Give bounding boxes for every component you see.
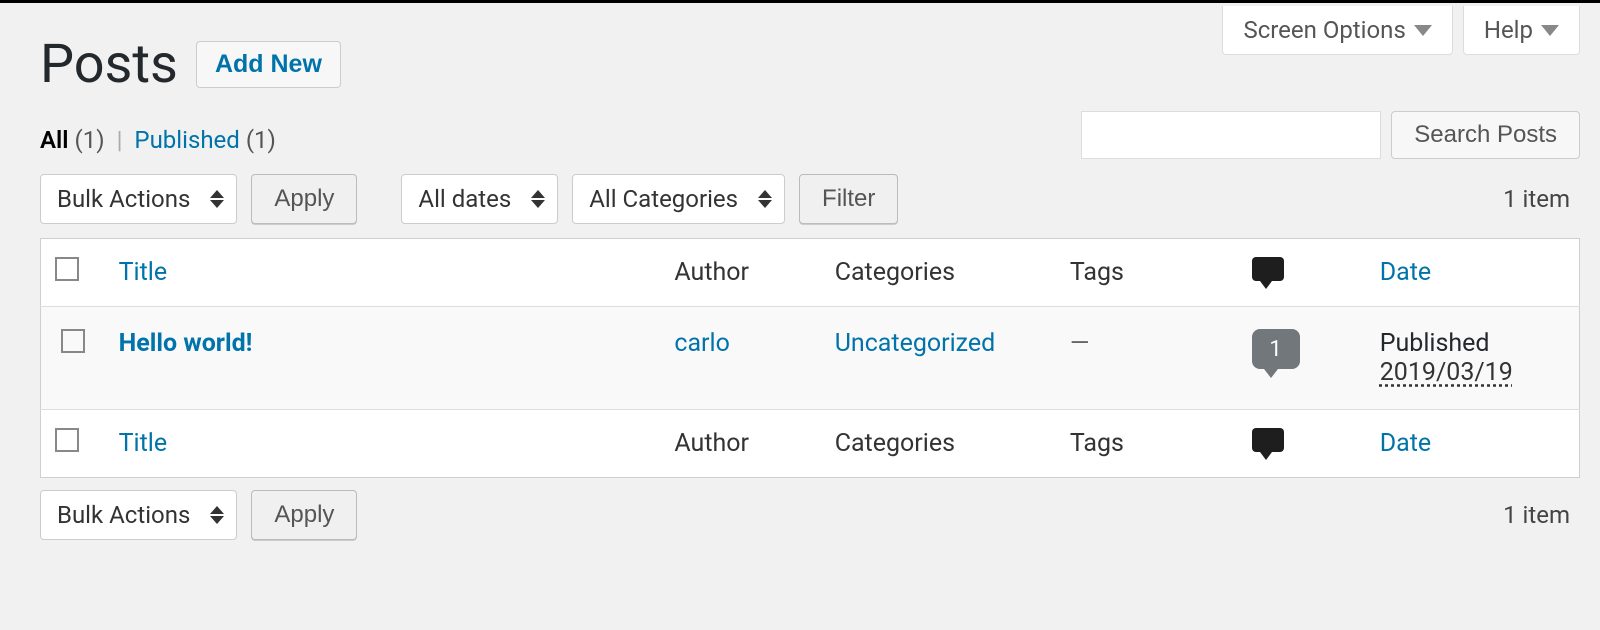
filter-published-count: (1): [246, 126, 276, 154]
apply-button[interactable]: Apply: [251, 174, 357, 224]
col-date-footer[interactable]: Date: [1366, 410, 1580, 478]
col-tags-footer: Tags: [1056, 410, 1238, 478]
item-count-top: 1 item: [1503, 185, 1580, 213]
filter-published[interactable]: Published: [134, 126, 239, 154]
select-all-checkbox-footer[interactable]: [55, 428, 79, 452]
screen-options-tab[interactable]: Screen Options: [1222, 6, 1452, 55]
search-input[interactable]: [1081, 111, 1381, 159]
screen-options-label: Screen Options: [1243, 16, 1405, 44]
caret-down-icon: [1541, 25, 1559, 36]
col-title-footer[interactable]: Title: [105, 410, 661, 478]
row-date: 2019/03/19: [1380, 358, 1565, 387]
col-categories-footer: Categories: [821, 410, 1056, 478]
row-status: Published: [1380, 329, 1565, 358]
col-categories: Categories: [821, 239, 1056, 307]
add-new-button[interactable]: Add New: [196, 41, 341, 88]
col-author-footer: Author: [660, 410, 820, 478]
search-posts-button[interactable]: Search Posts: [1391, 111, 1580, 159]
search-row: Search Posts: [1081, 111, 1580, 159]
row-title-link[interactable]: Hello world!: [119, 329, 253, 358]
col-tags: Tags: [1056, 239, 1238, 307]
select-arrows-icon: [210, 190, 224, 208]
table-row: Hello world! carlo Uncategorized — 1 Pub…: [41, 307, 1580, 410]
col-comments: [1238, 239, 1366, 307]
date-filter-select[interactable]: All dates: [401, 174, 558, 224]
tablenav-bottom: Bulk Actions Apply 1 item: [40, 490, 1580, 540]
help-label: Help: [1484, 16, 1533, 44]
tablenav-top: Bulk Actions Apply All dates All Categor…: [40, 174, 1580, 224]
row-author-link[interactable]: carlo: [674, 329, 730, 358]
screen-meta: Screen Options Help: [1222, 6, 1580, 55]
comment-count-bubble[interactable]: 1: [1252, 329, 1300, 369]
filter-pipe: |: [111, 126, 129, 154]
select-arrows-icon: [758, 190, 772, 208]
filter-button[interactable]: Filter: [799, 174, 898, 224]
row-tags: —: [1070, 329, 1090, 358]
caret-down-icon: [1414, 25, 1432, 36]
item-count-bottom: 1 item: [1503, 501, 1580, 529]
col-author: Author: [660, 239, 820, 307]
row-category-link[interactable]: Uncategorized: [835, 329, 996, 358]
row-checkbox[interactable]: [61, 329, 85, 353]
apply-button-bottom[interactable]: Apply: [251, 490, 357, 540]
comment-icon: [1252, 428, 1284, 452]
bulk-actions-label: Bulk Actions: [57, 185, 190, 213]
bulk-actions-label-bottom: Bulk Actions: [57, 501, 190, 529]
col-title[interactable]: Title: [105, 239, 661, 307]
page-title: Posts: [40, 33, 178, 96]
filter-all[interactable]: All: [40, 126, 69, 154]
help-tab[interactable]: Help: [1463, 6, 1580, 55]
col-comments-footer: [1238, 410, 1366, 478]
filter-all-count: (1): [75, 126, 105, 154]
posts-table: Title Author Categories Tags Date Hello …: [40, 238, 1580, 478]
col-date[interactable]: Date: [1366, 239, 1580, 307]
select-arrows-icon: [210, 506, 224, 524]
category-filter-select[interactable]: All Categories: [572, 174, 785, 224]
bulk-actions-select[interactable]: Bulk Actions: [40, 174, 237, 224]
select-all-checkbox[interactable]: [55, 257, 79, 281]
category-filter-label: All Categories: [589, 185, 738, 213]
select-arrows-icon: [531, 190, 545, 208]
date-filter-label: All dates: [418, 185, 511, 213]
comment-icon: [1252, 257, 1284, 281]
bulk-actions-select-bottom[interactable]: Bulk Actions: [40, 490, 237, 540]
